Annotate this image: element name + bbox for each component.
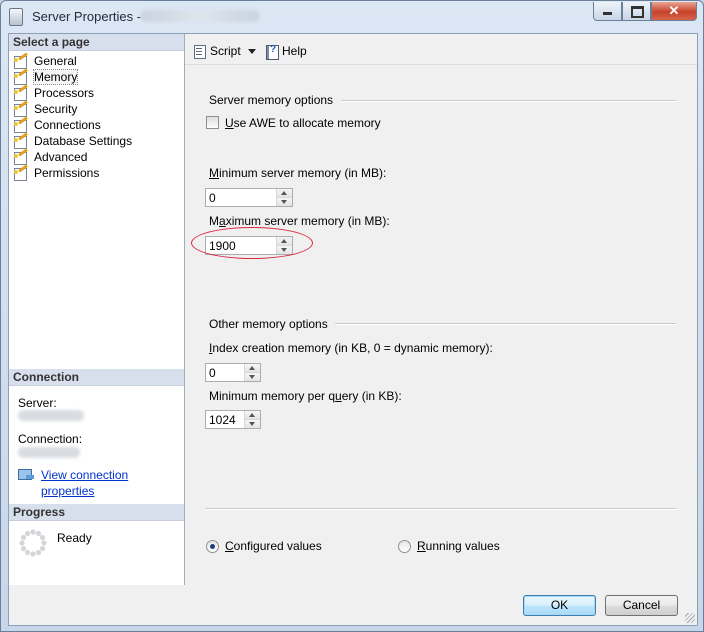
select-page-header: Select a page: [9, 34, 184, 51]
running-values-radio[interactable]: [398, 540, 411, 553]
view-connection-link-text[interactable]: View connection properties: [41, 467, 151, 499]
values-divider: [205, 508, 676, 510]
script-label: Script: [210, 44, 241, 58]
sidebar-item-label: Advanced: [34, 150, 88, 164]
sidebar-item-connections[interactable]: Connections: [13, 115, 132, 133]
maximize-icon: [631, 6, 644, 18]
page-wizard-icon: [13, 131, 29, 149]
page-wizard-icon: [13, 51, 29, 69]
minimize-button[interactable]: [593, 2, 622, 21]
page-wizard-icon: [13, 67, 29, 85]
dialog-client-area: Select a page General Memory Processors Sec…: [8, 33, 698, 626]
redacted-server-value: [18, 410, 84, 421]
other-memory-divider: [335, 323, 676, 325]
index-creation-memory-label: Index creation memory (in KB, 0 = dynami…: [209, 341, 493, 355]
sidebar-item-database-settings[interactable]: Database Settings: [13, 131, 133, 149]
toolbar: Script ? Help: [185, 34, 697, 65]
min-server-memory-value: 0: [209, 191, 216, 205]
index-creation-memory-stepper[interactable]: [244, 364, 260, 381]
script-icon: [193, 44, 207, 59]
other-memory-group-label: Other memory options: [209, 317, 328, 331]
sidebar-item-permissions[interactable]: Permissions: [13, 163, 132, 181]
min-server-memory-input[interactable]: 0: [205, 188, 293, 207]
spin-down-icon[interactable]: [245, 373, 260, 381]
sidebar-item-memory[interactable]: Memory: [13, 67, 132, 85]
min-server-memory-label: Minimum server memory (in MB):: [209, 166, 387, 180]
sidebar-item-processors[interactable]: Processors: [13, 83, 132, 101]
window-title: Server Properties -: [32, 9, 142, 24]
left-panel: Select a page General Memory Processors Sec…: [9, 34, 185, 585]
connection-header: Connection: [9, 369, 184, 386]
spin-down-icon[interactable]: [245, 420, 260, 428]
min-memory-per-query-value: 1024: [209, 413, 236, 427]
server-label: Server:: [18, 396, 57, 410]
min-server-memory-stepper[interactable]: [276, 189, 292, 206]
spin-up-icon[interactable]: [245, 364, 260, 373]
highlight-ellipse: [191, 227, 313, 259]
close-button[interactable]: ✕: [651, 2, 697, 21]
dialog-button-bar: OK Cancel: [185, 586, 697, 625]
sidebar-item-label: Processors: [34, 86, 95, 100]
ok-button[interactable]: OK: [523, 595, 596, 616]
minimize-icon: [603, 12, 612, 15]
view-connection-properties-link[interactable]: View connection properties: [18, 467, 151, 499]
page-wizard-icon: [13, 147, 29, 165]
running-values-label[interactable]: Running values: [417, 539, 500, 553]
server-memory-group-label: Server memory options: [209, 93, 334, 107]
progress-spinner-icon: [18, 528, 48, 558]
min-memory-per-query-input[interactable]: 1024: [205, 410, 261, 429]
page-wizard-icon: [13, 83, 29, 101]
sidebar-item-label: Memory: [32, 69, 79, 85]
window-controls: ✕: [593, 2, 697, 21]
spin-up-icon[interactable]: [277, 189, 292, 198]
configured-values-label[interactable]: Configured values: [225, 539, 322, 553]
close-icon: ✕: [668, 3, 680, 18]
sidebar-item-label: Permissions: [34, 166, 100, 180]
index-creation-memory-value: 0: [209, 366, 216, 380]
page-wizard-icon: [13, 163, 29, 181]
redacted-server-name: [141, 10, 259, 22]
max-server-memory-label: Maximum server memory (in MB):: [209, 214, 390, 228]
sidebar-item-general[interactable]: General: [13, 51, 132, 69]
server-icon: [9, 8, 23, 26]
sidebar-item-label: Security: [34, 102, 78, 116]
sidebar-item-advanced[interactable]: Advanced: [13, 147, 132, 165]
help-icon: ?: [265, 44, 279, 60]
min-memory-per-query-label: Minimum memory per query (in KB):: [209, 389, 402, 403]
title-bar[interactable]: Server Properties - ✕: [1, 1, 703, 31]
redacted-connection-value: [18, 447, 80, 458]
use-awe-label[interactable]: Use AWE to allocate memory: [225, 116, 381, 130]
sidebar-item-security[interactable]: Security: [13, 99, 132, 117]
connection-label: Connection:: [18, 432, 83, 446]
configured-values-radio[interactable]: [206, 540, 219, 553]
connection-properties-icon: [18, 467, 36, 483]
help-button[interactable]: ? Help: [265, 42, 307, 60]
page-wizard-icon: [13, 99, 29, 117]
resize-grip[interactable]: [685, 613, 695, 623]
server-memory-divider: [341, 100, 676, 102]
progress-status: Ready: [57, 531, 92, 545]
cancel-button[interactable]: Cancel: [605, 595, 678, 616]
min-memory-per-query-stepper[interactable]: [244, 411, 260, 428]
script-button[interactable]: Script: [193, 42, 256, 60]
server-properties-window: Server Properties - ✕ Select a page Gene…: [0, 0, 704, 632]
spin-down-icon[interactable]: [277, 198, 292, 206]
help-label: Help: [282, 44, 307, 58]
sidebar-item-label: Database Settings: [34, 134, 133, 148]
maximize-button[interactable]: [622, 2, 651, 21]
spin-up-icon[interactable]: [245, 411, 260, 420]
page-list: General Memory Processors Security Connectio…: [13, 51, 133, 181]
progress-header: Progress: [9, 504, 184, 521]
sidebar-item-label: Connections: [34, 118, 101, 132]
script-dropdown-chevron-icon[interactable]: [247, 48, 256, 54]
sidebar-item-label: General: [34, 54, 77, 68]
index-creation-memory-input[interactable]: 0: [205, 363, 261, 382]
use-awe-checkbox[interactable]: [206, 116, 219, 129]
page-wizard-icon: [13, 115, 29, 133]
